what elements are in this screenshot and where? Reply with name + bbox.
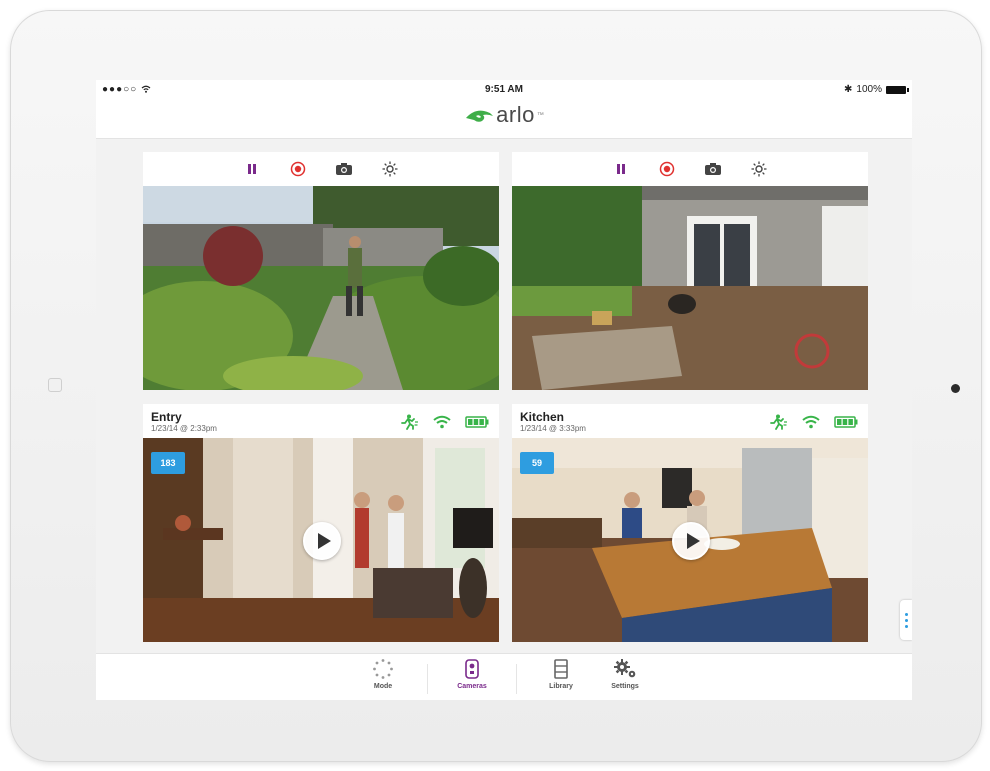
camera-tile-kitchen[interactable]: Kitchen 1/23/14 @ 3:33pm 59 (512, 404, 868, 642)
bottom-tab-bar: Mode Cameras Library Settings (96, 653, 912, 700)
motion-icon (770, 414, 787, 430)
tab-cameras[interactable]: Cameras (452, 658, 492, 698)
record-icon (659, 161, 675, 177)
front-camera (951, 384, 960, 393)
camera-name: Entry (151, 410, 182, 424)
arlo-bird-icon (466, 110, 494, 122)
brightness-button[interactable] (381, 160, 399, 178)
pause-button[interactable] (612, 160, 630, 178)
camera-name: Kitchen (520, 410, 565, 424)
brightness-icon (751, 161, 767, 177)
patio-camera-feed[interactable] (512, 186, 868, 390)
battery-icon (834, 416, 858, 428)
tab-label: Mode (373, 683, 393, 690)
camera-info-bar: Entry 1/23/14 @ 2:33pm (143, 404, 499, 438)
garden-scene-image (143, 186, 499, 390)
pause-icon (617, 164, 625, 174)
live-camera-tile[interactable] (512, 152, 868, 390)
live-camera-tile[interactable] (143, 152, 499, 390)
tab-label: Cameras (457, 683, 487, 690)
snapshot-icon (705, 163, 721, 175)
patio-scene-image (512, 186, 868, 390)
snapshot-button[interactable] (704, 160, 722, 178)
app-screen: ●●●○○ 9:51 AM ✱ 100% arlo ™ Entry 1/23/1… (96, 80, 912, 700)
tab-separator (427, 664, 428, 694)
gear-icon (614, 659, 636, 678)
pause-button[interactable] (243, 160, 261, 178)
tab-settings[interactable]: Settings (605, 658, 645, 698)
clip-count-badge[interactable]: 183 (151, 452, 185, 474)
camera-control-bar (512, 152, 868, 186)
camera-timestamp: 1/23/14 @ 2:33pm (151, 424, 217, 433)
play-button[interactable] (303, 522, 341, 560)
logo-text: arlo (496, 102, 535, 127)
side-drawer-handle[interactable] (900, 600, 912, 640)
snapshot-icon (336, 163, 352, 175)
pause-icon (248, 164, 256, 174)
tab-separator (516, 664, 517, 694)
arlo-logo: arlo ™ (96, 102, 912, 130)
kitchen-camera-feed[interactable]: 59 (512, 438, 868, 642)
tab-library[interactable]: Library (541, 658, 581, 698)
app-header: arlo ™ (96, 100, 912, 139)
bluetooth-icon: ✱ (844, 84, 853, 95)
wifi-icon (433, 415, 451, 429)
camera-tile-entry[interactable]: Entry 1/23/14 @ 2:33pm 183 (143, 404, 499, 642)
camera-timestamp: 1/23/14 @ 3:33pm (520, 424, 586, 433)
record-icon (290, 161, 306, 177)
battery-status-icon (886, 85, 909, 94)
logo-trademark: ™ (536, 111, 544, 119)
tab-mode[interactable]: Mode (363, 658, 403, 698)
tab-label: Settings (611, 683, 639, 690)
record-button[interactable] (658, 160, 676, 178)
status-right: ✱ 100% (844, 84, 909, 95)
battery-percent: 100% (856, 84, 882, 95)
brightness-button[interactable] (750, 160, 768, 178)
status-time: 9:51 AM (485, 84, 523, 95)
record-button[interactable] (289, 160, 307, 178)
snapshot-button[interactable] (335, 160, 353, 178)
camera-info-bar: Kitchen 1/23/14 @ 3:33pm (512, 404, 868, 438)
battery-icon (465, 416, 489, 428)
camera-icon (465, 659, 479, 679)
garden-camera-feed[interactable] (143, 186, 499, 390)
entry-camera-feed[interactable]: 183 (143, 438, 499, 642)
clip-count-badge[interactable]: 59 (520, 452, 554, 474)
play-button[interactable] (672, 522, 710, 560)
brightness-icon (382, 161, 398, 177)
mode-icon (373, 659, 393, 679)
camera-control-bar (143, 152, 499, 186)
wifi-icon (802, 415, 820, 429)
motion-icon (401, 414, 418, 430)
tab-label: Library (549, 683, 573, 690)
library-icon (554, 659, 568, 679)
home-button[interactable] (48, 378, 62, 392)
status-bar: ●●●○○ 9:51 AM ✱ 100% (96, 80, 912, 100)
